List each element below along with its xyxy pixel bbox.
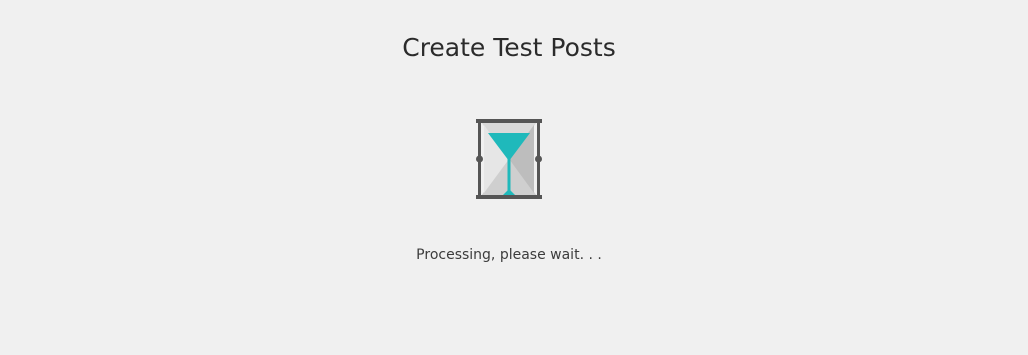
hourglass-left-knob bbox=[476, 155, 483, 163]
hourglass-right-knob bbox=[535, 155, 542, 163]
status-text: Processing, please wait. . . bbox=[416, 247, 602, 263]
hourglass-graphic bbox=[476, 119, 542, 199]
hourglass-top-bar bbox=[476, 119, 542, 123]
hourglass-sand-stream bbox=[507, 159, 511, 193]
hourglass-icon bbox=[472, 117, 546, 201]
page-title: Create Test Posts bbox=[402, 33, 616, 62]
hourglass-bottom-bar bbox=[476, 195, 542, 199]
